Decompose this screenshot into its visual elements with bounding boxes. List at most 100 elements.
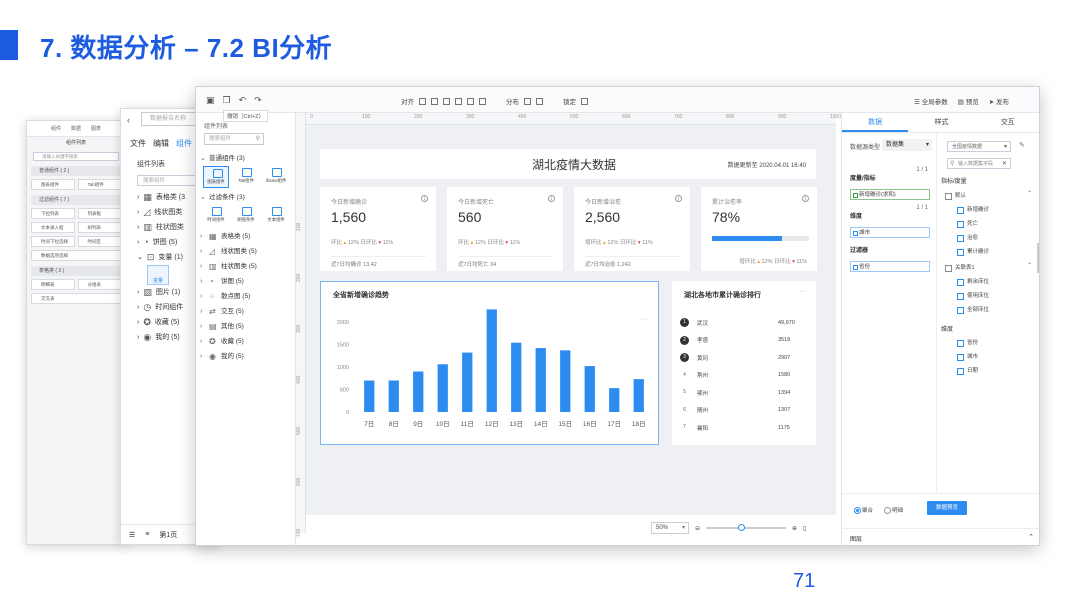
chevron-right-icon[interactable]: › [200, 274, 206, 289]
component-search-input[interactable]: 搜索组件 ⚲ [204, 133, 264, 145]
field-item[interactable]: 死亡 [957, 218, 978, 230]
kpi-card[interactable]: 今日新增确诊 i 1,560 环比 ▴ 12% 日环比 ▾ 11% 近7日均确诊 13.… [320, 187, 436, 271]
chevron-down-icon[interactable]: ⌄ [200, 151, 206, 166]
edit-icon[interactable]: ✎ [1019, 141, 1025, 149]
component-tree-item[interactable]: › ◉ 我的 (5) [200, 349, 294, 364]
chevron-right-icon[interactable]: › [200, 229, 206, 244]
dashboard-header[interactable]: 湖北疫情大数据 数据更新至 2020.04.01 16:40 [320, 149, 816, 179]
rank-row[interactable]: 4 荆州 1580 [680, 367, 808, 385]
component-tree-item[interactable]: ⌄ 普通组件 (3) [200, 151, 294, 166]
zoom-in-icon[interactable]: ⊕ [792, 525, 797, 532]
global-params-button[interactable]: ☰ 全局参数 [914, 96, 948, 106]
menu-edit[interactable]: 编辑 [153, 138, 169, 149]
bar[interactable] [633, 379, 644, 412]
component-tree-item[interactable]: ⌄ 过滤条件 (3) [200, 190, 294, 205]
component-chip[interactable]: 文本录入框 [31, 222, 75, 233]
zoom-slider[interactable] [706, 524, 787, 531]
chevron-right-icon[interactable]: › [200, 349, 206, 364]
component-group-header[interactable]: 过滤组件 ( 7 ) [31, 195, 121, 205]
bar[interactable] [388, 380, 399, 413]
align-left-icon[interactable] [419, 97, 426, 105]
design-canvas[interactable]: 湖北疫情大数据 数据更新至 2020.04.01 16:40 今日新增确诊 i 1,… [306, 125, 836, 515]
component-chip[interactable]: 文本组件 [263, 205, 289, 227]
rank-row[interactable]: 6 随州 1307 [680, 402, 808, 420]
menu-file[interactable]: 文件 [130, 138, 146, 149]
dimension-field-item[interactable]: 省份 [957, 337, 978, 349]
component-chip[interactable]: 数据选项选择 [31, 250, 121, 261]
component-chip[interactable]: 分组表 [77, 279, 121, 290]
component-tree-item[interactable]: › ⇄ 交互 (5) [200, 304, 294, 319]
rank-row[interactable]: 3 黄冈 2907 [680, 349, 808, 367]
chevron-right-icon[interactable]: › [137, 220, 139, 235]
dataset-type-select[interactable]: 数据集 [882, 139, 932, 151]
info-icon[interactable]: i [675, 195, 682, 202]
field-item[interactable]: 剩余床位 [957, 276, 989, 288]
back-window-1-tab[interactable]: 数据 [71, 125, 81, 132]
info-icon[interactable]: i [421, 195, 428, 202]
lock-icon[interactable] [581, 97, 588, 105]
component-group-header[interactable]: 普通组件 ( 2 ) [31, 166, 121, 176]
component-chip[interactable]: 时间区 [77, 236, 121, 247]
component-chip[interactable]: 刷值条件 [233, 205, 259, 227]
bar[interactable] [364, 380, 375, 413]
copy-icon[interactable]: ❐ [223, 95, 231, 106]
dimension-field-item[interactable]: 日期 [957, 365, 978, 377]
bar[interactable] [535, 348, 546, 412]
field-group[interactable]: 关联表1 [945, 262, 975, 274]
more-icon[interactable]: ··· [799, 288, 806, 295]
bar[interactable] [584, 366, 595, 412]
component-chip[interactable]: 图表组件 [203, 166, 229, 188]
back-window-1-search[interactable]: 请输入关键字搜索 [33, 152, 119, 161]
trend-chart-card[interactable]: 全省新增确诊趋势 ··· 0 500 1000 1500 2000 7日 8日 9日 10日 11… [320, 281, 659, 445]
preview-button[interactable]: ▤ 预览 [958, 96, 979, 106]
chevron-right-icon[interactable]: › [137, 330, 139, 345]
align-bottom-icon[interactable] [479, 97, 486, 105]
chevron-right-icon[interactable]: › [137, 205, 139, 220]
bar[interactable] [609, 388, 620, 412]
dimension-field-item[interactable]: 城市 [957, 351, 978, 363]
filter-field[interactable]: 省份 [850, 261, 930, 272]
bar[interactable] [511, 342, 522, 412]
chevron-right-icon[interactable]: › [200, 334, 206, 349]
component-chip[interactable]: 下拉列表 [31, 208, 75, 219]
menu-component[interactable]: 组件 [176, 138, 192, 149]
component-chip[interactable]: iframe组件 [263, 166, 289, 188]
chevron-right-icon[interactable]: ⌄ [137, 250, 143, 265]
bar[interactable] [486, 309, 497, 412]
rank-card[interactable]: 湖北各地市累计确诊排行 ··· 1 武汉 49,970 2 孝感 3518 3 黄冈 2907 4… [672, 281, 816, 445]
zoom-slider-handle[interactable] [738, 524, 746, 531]
chevron-right-icon[interactable]: › [137, 315, 139, 330]
chevron-right-icon[interactable]: › [137, 190, 139, 205]
back-window-1-tab[interactable]: 图表 [91, 125, 101, 132]
property-tab[interactable]: 交互 [975, 113, 1039, 132]
dimension-field[interactable]: 城市 [850, 227, 930, 238]
chevron-right-icon[interactable]: › [200, 304, 206, 319]
component-tree-item[interactable]: › ⁘ 散点图 (5) [200, 289, 294, 304]
data-preview-button[interactable]: 数据预览 [927, 501, 967, 515]
rank-row[interactable]: 7 襄阳 1175 [680, 419, 808, 437]
field-item[interactable]: 治愈 [957, 232, 978, 244]
chevron-up-icon[interactable]: ⌃ [1027, 190, 1032, 197]
redo-icon[interactable]: ↷ [254, 95, 262, 106]
kpi-card[interactable]: 今日新增死亡 i 560 环比 ▴ 12% 日环比 ▾ 11% 近7日均死亡 34 [447, 187, 563, 271]
info-icon[interactable]: i [548, 195, 555, 202]
bar[interactable] [413, 371, 424, 413]
distribute-horizontal-icon[interactable] [524, 97, 531, 105]
menu-lines-icon[interactable]: ≡ [145, 531, 149, 538]
back-chevron-icon[interactable]: ‹ [127, 115, 130, 125]
back-window-1-tab[interactable]: 组件 [51, 125, 61, 132]
rank-row[interactable]: 1 武汉 49,970 [680, 314, 808, 332]
radio-detail[interactable]: 明细 [884, 506, 903, 514]
chevron-right-icon[interactable]: › [137, 235, 139, 250]
component-chip[interactable]: 时间组件 [203, 205, 229, 227]
field-search-input[interactable]: 输入数据集字段✕ [947, 158, 1011, 169]
publish-button[interactable]: ➤ 发布 [989, 96, 1009, 106]
component-chip[interactable]: 图表组件 [31, 179, 75, 190]
chevron-up-icon[interactable]: ⌃ [1028, 533, 1034, 541]
page-indicator[interactable]: 第1页 [159, 530, 177, 540]
property-tab[interactable]: 样式 [908, 113, 974, 132]
undo-icon[interactable]: ↶ [239, 95, 247, 106]
measure-field[interactable]: 新增确诊(求和) [850, 189, 930, 200]
list-view-icon[interactable]: ☰ [129, 531, 135, 539]
field-item[interactable]: 累计确诊 [957, 246, 989, 258]
